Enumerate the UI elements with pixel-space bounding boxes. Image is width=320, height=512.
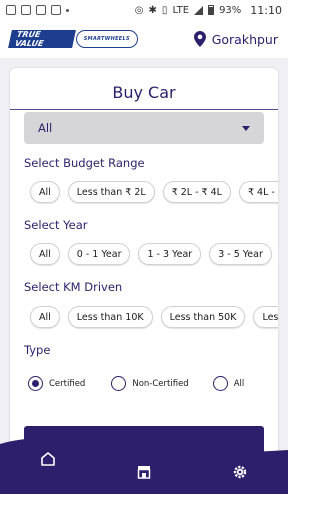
year-chip-0-1[interactable]: 0 - 1 Year	[67, 243, 131, 265]
budget-label: Select Budget Range	[24, 156, 145, 170]
type-radio-all-label: All	[233, 378, 245, 389]
logo-smartwheels: SMARTWHEELS	[75, 30, 138, 48]
year-chip-all[interactable]: All	[30, 243, 60, 265]
km-chip-row: All Less than 10K Less than 50K Les	[30, 306, 278, 328]
type-radio-non-certified[interactable]: Non-Certified	[111, 376, 189, 391]
type-radio-certified[interactable]: Certified	[28, 376, 85, 391]
store-icon	[137, 466, 151, 479]
year-chip-1-3[interactable]: 1 - 3 Year	[138, 243, 202, 265]
page-title: Buy Car	[112, 83, 176, 102]
nav-store-button[interactable]	[134, 462, 154, 482]
status-bar: ◎ ✱ ▯ LTE 93% 11:10	[0, 0, 288, 20]
image-icon	[21, 5, 31, 15]
app-header: TRUE VALUE SMARTWHEELS Gorakhpur	[0, 20, 288, 58]
type-radio-certified-label: Certified	[49, 378, 86, 389]
camera-icon	[51, 5, 61, 15]
gear-icon	[233, 465, 247, 479]
brand-logo: TRUE VALUE SMARTWHEELS	[8, 27, 138, 51]
type-label: Type	[24, 343, 51, 357]
signal-icon	[194, 5, 204, 15]
notification-icon	[6, 5, 16, 15]
chevron-down-icon	[242, 125, 250, 131]
km-chip-under-10k[interactable]: Less than 10K	[67, 306, 153, 328]
nav-home-button[interactable]	[29, 440, 67, 478]
more-dot-icon	[66, 8, 69, 12]
km-label: Select KM Driven	[24, 280, 123, 294]
km-chip-more[interactable]: Les	[253, 306, 278, 328]
radio-unchecked-icon	[212, 376, 228, 391]
category-dropdown[interactable]: All	[24, 112, 264, 144]
budget-chip-row: All Less than ₹ 2L ₹ 2L - ₹ 4L ₹ 4L - ₹	[30, 181, 278, 203]
battery-level: 93%	[219, 4, 242, 16]
logo-true-value: TRUE VALUE	[8, 30, 76, 48]
battery-icon	[208, 5, 215, 15]
budget-chip-2l-4l[interactable]: ₹ 2L - ₹ 4L	[162, 181, 231, 203]
hotspot-icon: ◎	[134, 4, 144, 16]
category-dropdown-value: All	[38, 121, 53, 135]
system-nav-bar	[0, 494, 288, 512]
type-radio-group: Certified Non-Certified All	[28, 376, 244, 391]
year-chip-3-5[interactable]: 3 - 5 Year	[209, 243, 272, 265]
nav-settings-button[interactable]	[230, 462, 250, 482]
home-icon	[41, 452, 55, 466]
radio-checked-icon	[28, 376, 43, 391]
location-pin-icon	[193, 31, 206, 47]
year-label: Select Year	[24, 218, 88, 232]
buy-car-card: Buy Car All Select Budget Range All Less…	[10, 68, 278, 458]
budget-chip-4l-plus[interactable]: ₹ 4L - ₹	[238, 181, 278, 203]
clock: 11:10	[250, 3, 282, 17]
type-radio-non-certified-label: Non-Certified	[132, 378, 189, 389]
title-divider	[10, 109, 278, 110]
app-icon	[36, 5, 46, 15]
type-radio-all[interactable]: All	[212, 376, 245, 391]
km-chip-under-50k[interactable]: Less than 50K	[160, 306, 246, 328]
budget-chip-under-2l[interactable]: Less than ₹ 2L	[67, 181, 155, 203]
network-type: LTE	[172, 4, 190, 16]
location-selector[interactable]: Gorakhpur	[193, 31, 278, 47]
year-chip-row: All 0 - 1 Year 1 - 3 Year 3 - 5 Year	[30, 243, 272, 265]
vibrate-icon: ▯	[161, 4, 168, 16]
radio-unchecked-icon	[111, 376, 127, 391]
bluetooth-icon: ✱	[148, 4, 157, 16]
km-chip-all[interactable]: All	[30, 306, 60, 328]
budget-chip-all[interactable]: All	[30, 181, 60, 203]
location-name: Gorakhpur	[211, 31, 278, 47]
